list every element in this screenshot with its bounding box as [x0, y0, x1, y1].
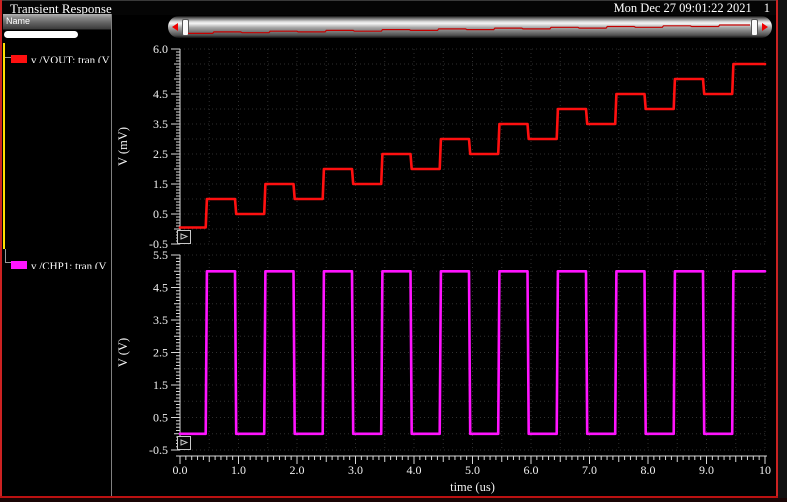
scrollbar-left-grip[interactable]	[182, 19, 189, 36]
y-tick-label: 0.5	[153, 411, 168, 425]
play-triangle-icon	[180, 439, 189, 446]
y-tick-label: 4.5	[153, 87, 168, 101]
window-border	[0, 0, 787, 1]
x-tick-label: 10	[759, 463, 771, 477]
x-tick-label: 4.0	[407, 463, 422, 477]
name-panel-header: Name	[3, 14, 111, 30]
y-tick-label: 3.5	[153, 313, 168, 327]
y-tick-label: 4.5	[153, 281, 168, 295]
y-axis-ruler-vout-transient	[171, 48, 181, 245]
window-border	[0, 498, 787, 502]
x-tick-label: 6.0	[524, 463, 539, 477]
y-axis-ruler-chp1-transient	[171, 254, 181, 451]
x-overview-scrollbar[interactable]	[168, 16, 772, 38]
name-header-label: Name	[6, 16, 31, 26]
restore-button-frame[interactable]	[177, 230, 191, 244]
restore-button-vout-transient[interactable]	[177, 230, 191, 244]
panel-splitter[interactable]	[111, 14, 112, 496]
window-border	[778, 0, 787, 502]
chp1-color-swatch[interactable]	[11, 261, 27, 269]
scroll-right-arrow-icon[interactable]	[762, 23, 768, 31]
y-tick-label: 3.5	[153, 117, 168, 131]
x-tick-label: 7.0	[582, 463, 597, 477]
timestamp: Mon Dec 27 09:01:22 2021 1	[614, 1, 770, 16]
x-tick-label: 8.0	[641, 463, 656, 477]
restore-button-chp1-transient[interactable]	[177, 436, 191, 450]
signal-label-vout[interactable]: v /VOUT; tran (V	[31, 54, 110, 63]
timestamp-text: Mon Dec 27 09:01:22 2021	[613, 1, 752, 15]
x-tick-label: 0.0	[173, 463, 188, 477]
x-axis-title: time (us)	[450, 480, 495, 494]
signal-tree-line	[3, 43, 5, 249]
y-tick-label: 2.5	[153, 147, 168, 161]
x-tick-label: 3.0	[348, 463, 363, 477]
title-bar: Transient Response Mon Dec 27 09:01:22 2…	[2, 0, 776, 16]
x-tick-label: 1.0	[231, 463, 246, 477]
signal-label-chp1[interactable]: v /CHP1; tran (V	[31, 260, 106, 269]
trace-v-VOUT[interactable]	[178, 62, 767, 229]
y-tick-label: 1.5	[153, 177, 168, 191]
y-axis-title: V (mV)	[116, 127, 130, 166]
grid-vout-transient	[179, 48, 766, 245]
vout-color-swatch[interactable]	[11, 55, 27, 63]
y-tick-label: -0.5	[149, 443, 168, 457]
page-indicator: 1	[763, 1, 770, 15]
y-tick-label: 5.5	[153, 248, 168, 262]
scroll-left-arrow-icon[interactable]	[172, 23, 178, 31]
y-tick-label: 6.0	[153, 42, 168, 56]
tree-branch-icon	[5, 249, 6, 263]
plot-canvas: 6.0 4.5 3.5 2.5 1.5 0.5 -0.5 V (mV) 5.5 4.5 3.5 2.5…	[116, 24, 771, 494]
play-triangle-icon	[180, 233, 189, 240]
x-tick-label: 2.0	[290, 463, 305, 477]
y-tick-label: 1.5	[153, 378, 168, 392]
waveform-window: Transient Response Mon Dec 27 09:01:22 2…	[0, 0, 787, 502]
y-tick-label: -0.5	[149, 237, 168, 251]
signal-item-chp1[interactable]: v /CHP1; tran (V	[11, 257, 111, 269]
x-axis-ruler	[176, 455, 767, 464]
scrollbar-right-grip[interactable]	[751, 19, 758, 36]
name-panel-scrollbar-thumb[interactable]	[4, 31, 78, 38]
y-tick-label: 2.5	[153, 346, 168, 360]
window-border	[0, 0, 2, 502]
signal-item-vout[interactable]: v /VOUT; tran (V	[11, 51, 111, 63]
window-border	[776, 0, 778, 502]
trace-v-CHP1[interactable]	[178, 269, 767, 436]
x-tick-label: 5.0	[465, 463, 480, 477]
y-axis-title: V (V)	[116, 338, 130, 367]
y-tick-label: 0.5	[153, 207, 168, 221]
restore-button-frame[interactable]	[177, 436, 191, 450]
grid-chp1-transient	[179, 254, 766, 451]
x-tick-label: 9.0	[699, 463, 714, 477]
